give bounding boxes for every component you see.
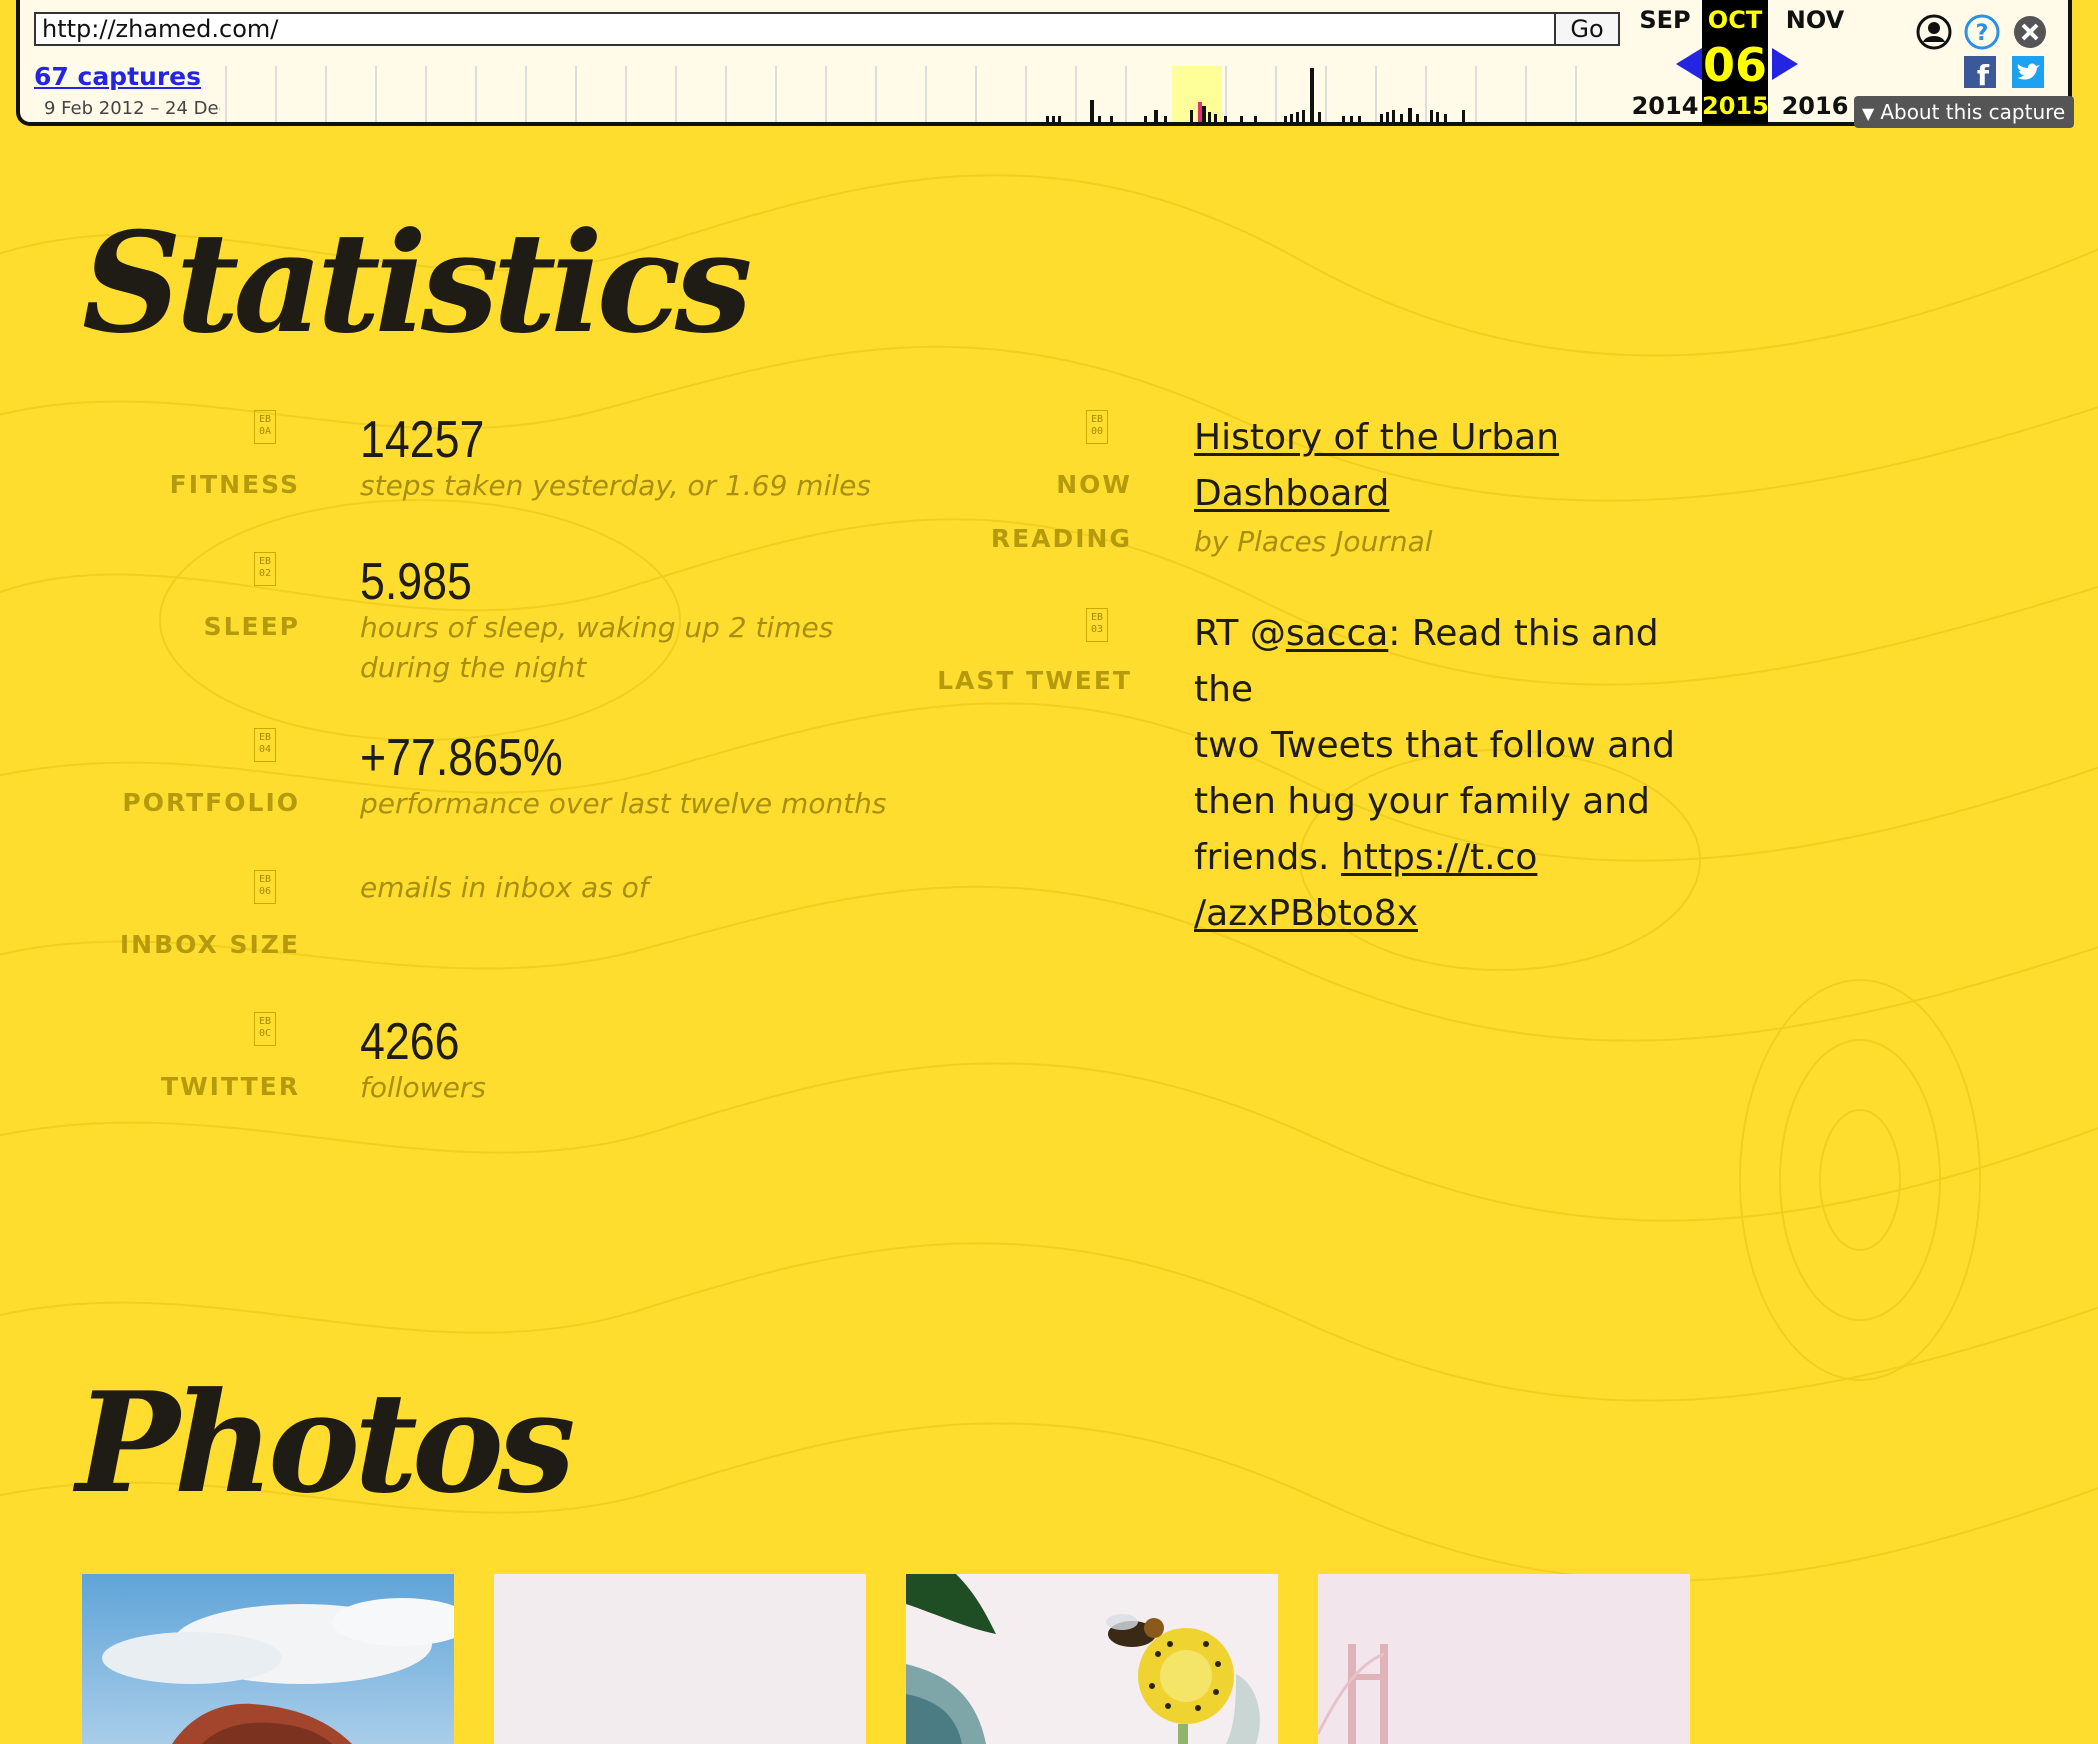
- fitness-desc: steps taken yesterday, or 1.69 miles: [360, 469, 871, 502]
- now-reading-title-line1: History of the Urban: [1194, 417, 1560, 458]
- facebook-icon[interactable]: f: [1964, 56, 1996, 88]
- twitter-icon[interactable]: [2012, 56, 2044, 88]
- twitter-stat-icon: EB 0C: [254, 1012, 276, 1046]
- prev-year-label[interactable]: 2014: [1630, 92, 1700, 120]
- photo-golden-gate-fog[interactable]: [1318, 1574, 1690, 1744]
- about-capture-button[interactable]: ▼ About this capture: [1854, 96, 2074, 128]
- tweet-url-link-part2[interactable]: /azxPBbto8x: [1194, 893, 1418, 934]
- last-tweet-text: RT @sacca: Read this and the two Tweets …: [1194, 606, 1714, 942]
- capture-date-range: 9 Feb 2012 – 24 Dec: [44, 98, 220, 119]
- tweet-rt-prefix: RT @: [1194, 613, 1286, 654]
- now-reading-title-link[interactable]: History of the Urban Dashboard: [1194, 410, 1559, 522]
- photo-landscape[interactable]: [82, 1574, 454, 1744]
- fitness-value: 14257: [360, 411, 485, 469]
- tweet-text-line2: two Tweets that follow and: [1194, 725, 1676, 766]
- current-capture-date: OCT 06 2015: [1702, 0, 1769, 124]
- svg-text:f: f: [1977, 59, 1990, 88]
- prev-arrow-icon[interactable]: [1674, 46, 1704, 82]
- photo-bee-flower[interactable]: [906, 1574, 1278, 1744]
- inbox-size-desc: emails in inbox as of: [360, 871, 649, 904]
- portfolio-label: PORTFOLIO: [122, 788, 300, 817]
- go-button[interactable]: Go: [1554, 12, 1620, 46]
- url-input[interactable]: http://zhamed.com/: [34, 12, 1560, 46]
- next-arrow-icon[interactable]: [1770, 46, 1800, 82]
- now-reading-label-line1: NOW: [1056, 470, 1132, 499]
- prev-month-label[interactable]: SEP: [1630, 6, 1700, 34]
- portfolio-value: +77.865%: [360, 729, 563, 787]
- next-month-label[interactable]: NOV: [1780, 6, 1850, 34]
- fitness-label: FITNESS: [169, 470, 300, 499]
- tweet-handle-link[interactable]: sacca: [1286, 613, 1388, 654]
- inbox-size-icon: EB 06: [254, 870, 276, 904]
- twitter-desc: followers: [360, 1071, 486, 1104]
- capture-sparkline[interactable]: [220, 66, 1620, 122]
- sleep-label: SLEEP: [203, 612, 300, 641]
- portfolio-icon: EB 04: [254, 728, 276, 762]
- now-reading-author: by Places Journal: [1194, 525, 1433, 558]
- current-month: OCT: [1707, 6, 1763, 34]
- inbox-size-label: INBOX SIZE: [119, 930, 300, 959]
- user-icon[interactable]: [1916, 14, 1952, 50]
- photo-blank[interactable]: [494, 1574, 866, 1744]
- tweet-text-line4: friends.: [1194, 837, 1341, 878]
- last-tweet-icon: EB 03: [1086, 608, 1108, 642]
- wayback-toolbar: http://zhamed.com/ Go 67 captures 9 Feb …: [16, 0, 2074, 128]
- now-reading-label-line2: READING: [990, 524, 1132, 553]
- twitter-label: TWITTER: [161, 1072, 300, 1101]
- sleep-icon: EB 02: [254, 552, 276, 586]
- tweet-text-line3: then hug your family and: [1194, 781, 1650, 822]
- close-icon[interactable]: [2012, 14, 2048, 50]
- help-icon[interactable]: ?: [1964, 14, 2000, 50]
- dropdown-triangle-icon: ▼: [1862, 104, 1875, 123]
- now-reading-title-line2: Dashboard: [1194, 473, 1390, 514]
- about-capture-label: About this capture: [1880, 100, 2066, 124]
- photos-heading: Photos: [76, 1361, 576, 1524]
- sleep-value: 5.985: [360, 553, 472, 611]
- current-year: 2015: [1702, 92, 1769, 120]
- portfolio-desc: performance over last twelve months: [360, 787, 887, 820]
- sleep-desc: hours of sleep, waking up 2 times during…: [360, 611, 834, 684]
- captures-link[interactable]: 67 captures: [34, 62, 201, 91]
- tweet-url-link-part1[interactable]: https://t.co: [1341, 837, 1537, 878]
- next-year-label[interactable]: 2016: [1780, 92, 1850, 120]
- statistics-heading: Statistics: [82, 201, 753, 364]
- current-day: 06: [1702, 38, 1767, 92]
- twitter-value: 4266: [360, 1013, 460, 1071]
- last-tweet-label: LAST TWEET: [937, 666, 1132, 695]
- svg-text:?: ?: [1976, 21, 1989, 46]
- now-reading-icon: EB 00: [1086, 410, 1108, 444]
- fitness-icon: EB 0A: [254, 410, 276, 444]
